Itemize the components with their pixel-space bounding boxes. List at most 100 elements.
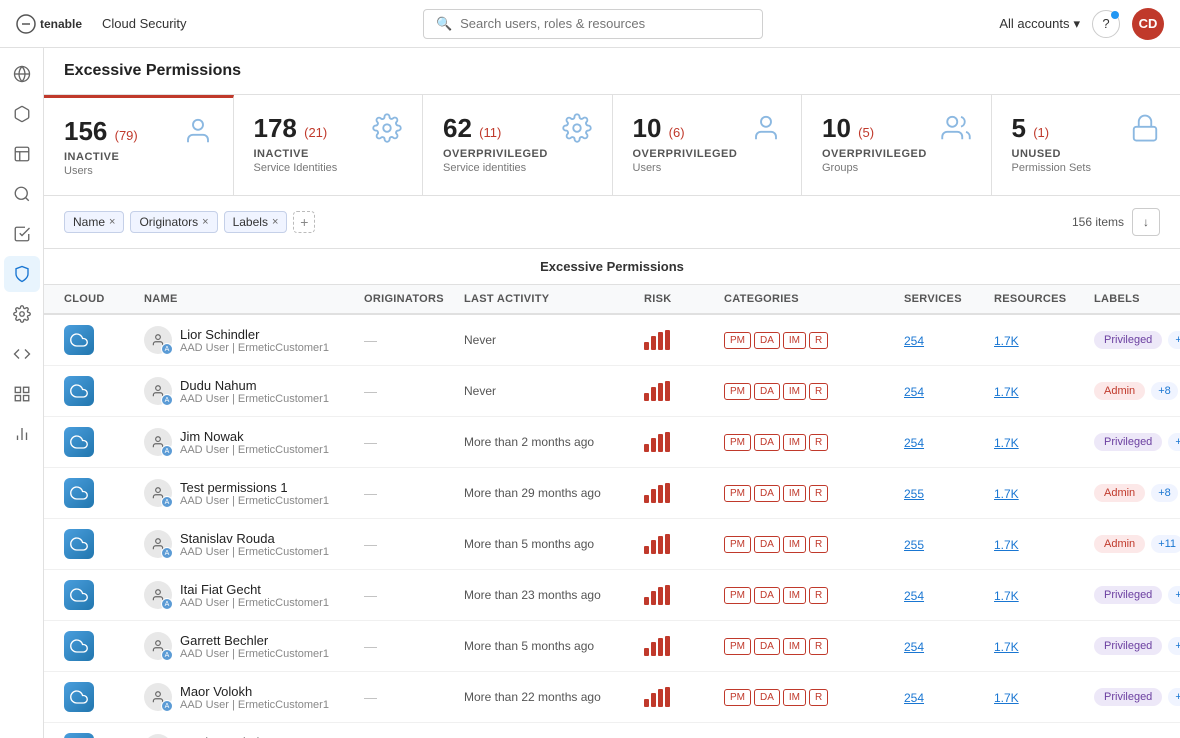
services-link[interactable]: 254 [904, 589, 924, 603]
sidebar-item-check[interactable] [4, 216, 40, 252]
search-bar[interactable]: 🔍 [423, 9, 763, 39]
sidebar-item-box[interactable] [4, 96, 40, 132]
filter-tag-originators[interactable]: Originators × [130, 211, 217, 233]
risk-cell [644, 636, 724, 656]
avatar-sm: A [144, 428, 172, 456]
risk-seg [644, 699, 649, 707]
resources-link[interactable]: 1.7K [994, 334, 1019, 348]
avatar-sm: A [144, 530, 172, 558]
users-icon [941, 113, 971, 149]
labels-cell: Admin +11 [1094, 535, 1180, 553]
col-categories: Categories [724, 293, 904, 305]
category-tag: IM [783, 434, 806, 451]
filter-bar: Name × Originators × Labels × + 156 item… [44, 196, 1180, 249]
account-selector[interactable]: All accounts ▾ [999, 16, 1080, 32]
category-tag: R [809, 434, 828, 451]
categories-cell: PMDAIMR [724, 536, 904, 553]
table-row: A Dudu Nahum AAD User | ErmeticCustomer1… [44, 366, 1180, 417]
user-icon-2 [751, 113, 781, 149]
col-services: Services [904, 293, 994, 305]
resources-link[interactable]: 1.7K [994, 436, 1019, 450]
metric-card-overpriv-users[interactable]: 10 (6) OVERPRIVILEGED Users [613, 95, 803, 195]
cloud-icon [64, 427, 94, 457]
services-link[interactable]: 254 [904, 436, 924, 450]
cloud-cell [64, 478, 144, 508]
tenable-logo-svg: tenable [16, 14, 96, 34]
services-link[interactable]: 255 [904, 487, 924, 501]
avatar[interactable]: CD [1132, 8, 1164, 40]
label-plus: +8 [1151, 382, 1178, 400]
categories-cell: PMDAIMR [724, 383, 904, 400]
sidebar-item-globe[interactable] [4, 56, 40, 92]
help-button[interactable]: ? [1092, 10, 1120, 38]
category-tag: R [809, 332, 828, 349]
risk-seg [665, 687, 670, 707]
close-icon[interactable]: × [109, 216, 115, 228]
risk-seg [651, 540, 656, 554]
filter-tag-name[interactable]: Name × [64, 211, 124, 233]
category-tag: PM [724, 536, 751, 553]
account-label: All accounts [999, 16, 1069, 31]
resources-link[interactable]: 1.7K [994, 691, 1019, 705]
services-link[interactable]: 254 [904, 385, 924, 399]
risk-seg [658, 536, 663, 554]
resources-link[interactable]: 1.7K [994, 640, 1019, 654]
resources-cell: 1.7K [994, 639, 1094, 654]
metric-type: Service Identities [254, 162, 338, 174]
risk-seg [658, 332, 663, 350]
metric-number: 156 [64, 116, 107, 146]
metric-card-inactive-users[interactable]: 156 (79) INACTIVE Users [44, 95, 234, 195]
cloud-cell [64, 376, 144, 406]
sidebar-item-settings[interactable] [4, 296, 40, 332]
services-link[interactable]: 254 [904, 640, 924, 654]
add-filter-button[interactable]: + [293, 211, 315, 233]
user-type-badge: A [161, 343, 173, 355]
download-button[interactable]: ↓ [1132, 208, 1160, 236]
data-table: Excessive Permissions Cloud Name Origina… [44, 249, 1180, 738]
risk-cell [644, 483, 724, 503]
label-tag: Privileged [1094, 331, 1162, 349]
risk-cell [644, 687, 724, 707]
close-icon[interactable]: × [202, 216, 208, 228]
sidebar-item-analytics[interactable] [4, 416, 40, 452]
user-sub: AAD User | ErmeticCustomer1 [180, 546, 329, 558]
metric-card-inactive-si[interactable]: 178 (21) INACTIVE Service Identities [234, 95, 424, 195]
sidebar-item-findings[interactable] [4, 136, 40, 172]
risk-seg [665, 432, 670, 452]
resources-link[interactable]: 1.7K [994, 589, 1019, 603]
risk-seg [658, 587, 663, 605]
metric-card-overpriv-groups[interactable]: 10 (5) OVERPRIVILEGED Groups [802, 95, 992, 195]
download-icon: ↓ [1143, 215, 1149, 229]
cloud-cell [64, 427, 144, 457]
metric-card-overpriv-si[interactable]: 62 (11) OVERPRIVILEGED Service identitie… [423, 95, 613, 195]
category-tag: IM [783, 485, 806, 502]
close-icon[interactable]: × [272, 216, 278, 228]
services-link[interactable]: 254 [904, 334, 924, 348]
categories-cell: PMDAIMR [724, 689, 904, 706]
services-cell: 254 [904, 588, 994, 603]
originators-cell: — [364, 333, 464, 348]
user-cell: A Garrett Bechler AAD User | ErmeticCust… [144, 632, 364, 660]
sidebar-item-code[interactable] [4, 336, 40, 372]
table-row: A Garrett Bechler AAD User | ErmeticCust… [44, 621, 1180, 672]
user-sub: AAD User | ErmeticCustomer1 [180, 495, 329, 507]
sidebar-item-search[interactable] [4, 176, 40, 212]
metric-card-unused-ps[interactable]: 5 (1) UNUSED Permission Sets [992, 95, 1180, 195]
metric-type: Service identities [443, 162, 548, 174]
label-plus: +11 [1151, 535, 1180, 553]
resources-link[interactable]: 1.7K [994, 385, 1019, 399]
risk-seg [644, 648, 649, 656]
filter-tag-labels[interactable]: Labels × [224, 211, 288, 233]
services-cell: 254 [904, 639, 994, 654]
sidebar-item-repo[interactable] [4, 376, 40, 412]
search-input[interactable] [460, 16, 750, 31]
category-tag: R [809, 638, 828, 655]
services-link[interactable]: 254 [904, 691, 924, 705]
resources-link[interactable]: 1.7K [994, 538, 1019, 552]
label-plus: +10 [1168, 688, 1180, 706]
avatar-sm: A [144, 683, 172, 711]
sidebar-item-shield[interactable] [4, 256, 40, 292]
cloud-icon [64, 733, 94, 738]
resources-link[interactable]: 1.7K [994, 487, 1019, 501]
services-link[interactable]: 255 [904, 538, 924, 552]
